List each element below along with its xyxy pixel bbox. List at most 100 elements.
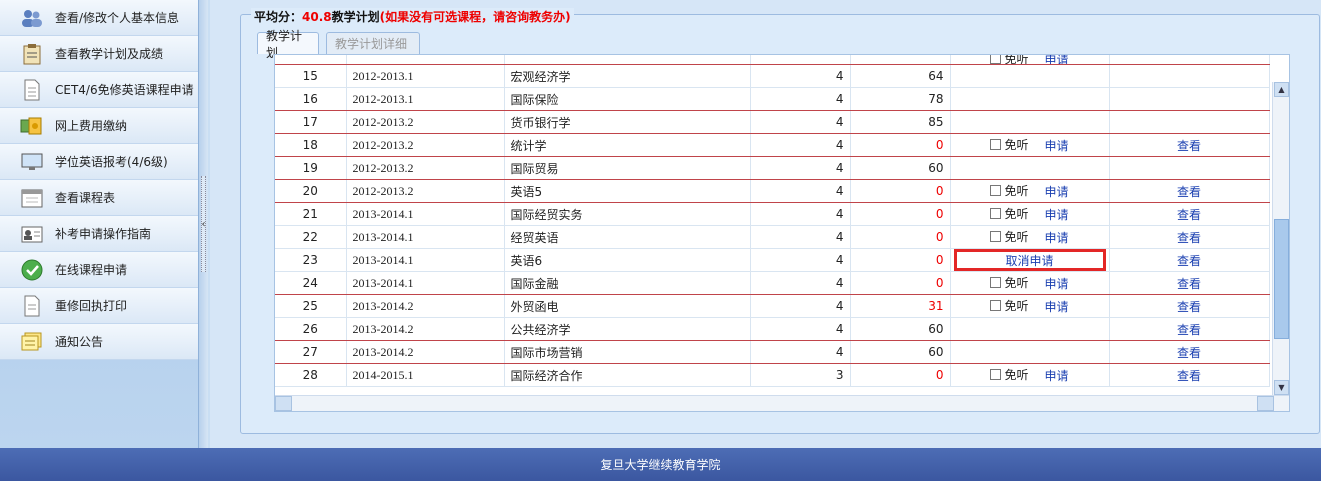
action-cell: 免听 申请	[950, 202, 1110, 226]
sidebar-item-fee-payment[interactable]: 网上费用缴纳	[0, 108, 198, 144]
exempt-checkbox-group[interactable]: 免听	[990, 205, 1029, 222]
view-link[interactable]: 查看	[1177, 346, 1201, 360]
view-link[interactable]: 查看	[1177, 208, 1201, 222]
horizontal-scroll-thumb[interactable]	[275, 396, 292, 411]
credit-cell: 4	[750, 133, 851, 157]
sidebar-item-cet-exemption[interactable]: CET4/6免修英语课程申请	[0, 72, 198, 108]
credit-cell: 4	[750, 271, 851, 295]
chevron-left-icon[interactable]: ‹	[202, 219, 206, 230]
notes-icon	[20, 331, 44, 353]
course-table-container: 免听 申请 15 2012-2013.1 宏观经济学 4 64 16 2012-2013.1 国际…	[274, 54, 1290, 412]
exempt-checkbox-group[interactable]: 免听	[990, 55, 1029, 64]
apply-link[interactable]: 申请	[1045, 185, 1069, 199]
apply-link[interactable]: 申请	[1045, 231, 1069, 245]
score-cell: 60	[850, 156, 951, 180]
view-cell	[1109, 110, 1270, 134]
row-number-cell: 16	[275, 87, 347, 111]
row-number-cell: 22	[275, 225, 347, 249]
exempt-checkbox-group[interactable]: 免听	[990, 366, 1029, 383]
user-group-icon	[20, 7, 44, 29]
scroll-right-arrow[interactable]	[1257, 396, 1274, 411]
view-link[interactable]: 查看	[1177, 323, 1201, 337]
tab-teaching-plan[interactable]: 教学计划	[257, 29, 319, 60]
horizontal-scrollbar[interactable]	[275, 395, 1289, 411]
vertical-scroll-thumb[interactable]	[1274, 219, 1289, 339]
footer-text: 复旦大学继续教育学院	[600, 458, 721, 472]
score-cell: 31	[850, 294, 951, 318]
score-cell: 78	[850, 87, 951, 111]
exempt-label: 免听	[1004, 299, 1029, 313]
view-link[interactable]: 查看	[1177, 254, 1201, 268]
apply-link[interactable]: 申请	[1045, 300, 1069, 314]
course-name-cell: 英语6	[504, 248, 751, 272]
credit-cell: 4	[750, 156, 851, 180]
sidebar-item-label: 查看/修改个人基本信息	[55, 11, 180, 25]
credit-cell: 4	[750, 294, 851, 318]
sidebar-item-degree-english[interactable]: 学位英语报考(4/6级)	[0, 144, 198, 180]
score-cell: 85	[850, 110, 951, 134]
credit-cell: 4	[750, 110, 851, 134]
view-cell: 查看	[1109, 202, 1270, 226]
exempt-checkbox-group[interactable]: 免听	[990, 136, 1029, 153]
exempt-checkbox[interactable]	[990, 185, 1002, 196]
sidebar-item-makeup-exam-guide[interactable]: 补考申请操作指南	[0, 216, 198, 252]
view-link[interactable]: 查看	[1177, 185, 1201, 199]
sidebar-collapse-splitter[interactable]: ‹	[199, 0, 208, 448]
apply-link[interactable]: 申请	[1045, 369, 1069, 383]
action-cell	[950, 64, 1110, 88]
term-cell: 2012-2013.2	[346, 110, 505, 134]
view-cell	[1109, 156, 1270, 180]
sidebar-menu: 查看/修改个人基本信息 查看教学计划及成绩 CET4/6免修英语课程申请 网上费…	[0, 0, 199, 448]
exempt-checkbox-group[interactable]: 免听	[990, 182, 1029, 199]
course-name-cell: 货币银行学	[504, 110, 751, 134]
sidebar-item-label: CET4/6免修英语课程申请	[55, 83, 194, 97]
apply-link[interactable]: 申请	[1045, 139, 1069, 153]
exempt-checkbox-group[interactable]: 免听	[990, 297, 1029, 314]
view-link[interactable]: 查看	[1177, 277, 1201, 291]
view-link[interactable]: 查看	[1177, 300, 1201, 314]
exempt-checkbox[interactable]	[990, 300, 1002, 311]
exempt-checkbox[interactable]	[990, 139, 1002, 150]
apply-link[interactable]: 申请	[1045, 208, 1069, 222]
tab-teaching-plan-detail[interactable]: 教学计划详细	[326, 32, 420, 54]
sidebar-item-online-course-apply[interactable]: 在线课程申请	[0, 252, 198, 288]
table-cell	[504, 55, 751, 65]
cancel-application-button[interactable]: 取消申请	[953, 249, 1106, 271]
apply-link[interactable]: 申请	[1045, 55, 1069, 64]
table-cell	[850, 55, 951, 65]
action-cell	[950, 110, 1110, 134]
exempt-checkbox[interactable]	[990, 55, 1002, 64]
apply-link[interactable]: 申请	[1045, 277, 1069, 291]
course-name-cell: 国际保险	[504, 87, 751, 111]
score-cell: 0	[850, 225, 951, 249]
exempt-checkbox[interactable]	[990, 369, 1002, 380]
table-row: 20 2012-2013.2 英语5 4 0 免听 申请 查看	[275, 179, 1270, 203]
printer-icon	[20, 295, 44, 317]
action-cell	[950, 156, 1110, 180]
credit-cell: 3	[750, 363, 851, 387]
main-content: 平均分：40.8教学计划(如果没有可选课程，请咨询教务办) 教学计划 教学计划详…	[210, 0, 1321, 448]
splitter-grip[interactable]: ‹	[201, 176, 206, 272]
scroll-down-arrow-icon[interactable]: ▼	[1274, 380, 1289, 395]
exempt-checkbox-group[interactable]: 免听	[990, 274, 1029, 291]
row-number-cell: 23	[275, 248, 347, 272]
teaching-plan-panel: 平均分：40.8教学计划(如果没有可选课程，请咨询教务办) 教学计划 教学计划详…	[240, 8, 1320, 434]
sidebar-item-timetable[interactable]: 查看课程表	[0, 180, 198, 216]
table-row: 27 2013-2014.2 国际市场营销 4 60 查看	[275, 340, 1270, 364]
view-link[interactable]: 查看	[1177, 139, 1201, 153]
exempt-label: 免听	[1004, 207, 1029, 221]
view-link[interactable]: 查看	[1177, 231, 1201, 245]
exempt-checkbox[interactable]	[990, 208, 1002, 219]
sidebar-item-teaching-plan[interactable]: 查看教学计划及成绩	[0, 36, 198, 72]
exempt-checkbox-group[interactable]: 免听	[990, 228, 1029, 245]
vertical-scrollbar[interactable]: ▲ ▼	[1272, 82, 1289, 395]
exempt-checkbox[interactable]	[990, 277, 1002, 288]
sidebar-item-notices[interactable]: 通知公告	[0, 324, 198, 360]
scroll-up-arrow-icon[interactable]: ▲	[1274, 82, 1289, 97]
exempt-label: 免听	[1004, 276, 1029, 290]
term-cell: 2013-2014.2	[346, 317, 505, 341]
view-link[interactable]: 查看	[1177, 369, 1201, 383]
sidebar-item-personal-info[interactable]: 查看/修改个人基本信息	[0, 0, 198, 36]
sidebar-item-retake-receipt-print[interactable]: 重修回执打印	[0, 288, 198, 324]
exempt-checkbox[interactable]	[990, 231, 1002, 242]
